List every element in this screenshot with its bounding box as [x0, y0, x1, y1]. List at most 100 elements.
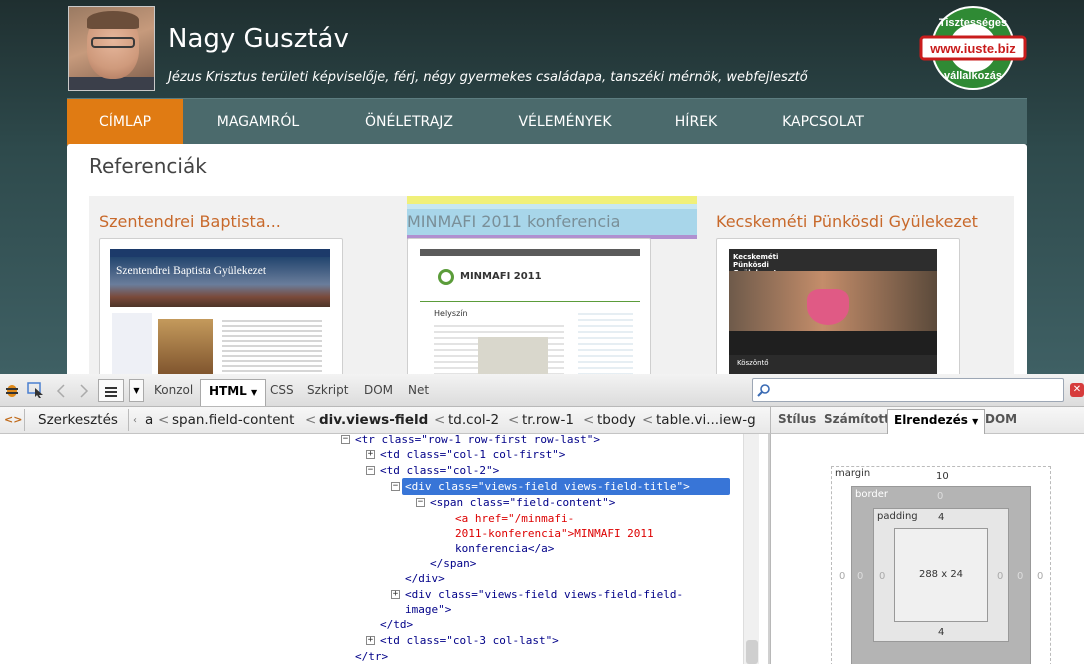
margin-top-value[interactable]: 10 [936, 471, 949, 482]
thumbnail-heading: Szentendrei Baptista Gyülekezet [116, 265, 267, 277]
crumb-td-col-2[interactable]: td.col-2 [448, 412, 499, 428]
forward-icon[interactable] [78, 384, 90, 398]
crumb-tr-row-1[interactable]: tr.row-1 [522, 412, 574, 428]
nav-item-oneletrajz[interactable]: ÖNÉLETRAJZ [349, 99, 469, 145]
tree-node[interactable]: <td class="col-3 col-last"> [380, 633, 559, 648]
tree-node[interactable]: <td class="col-2"> [380, 463, 499, 478]
reference-title[interactable]: Szentendrei Baptista... [99, 212, 281, 231]
reference-thumbnail[interactable]: Kecskeméti Pünkösdi Gyülekezet Köszöntő [716, 238, 960, 374]
website-viewport: Nagy Gusztáv Jézus Krisztus területi kép… [0, 0, 1084, 374]
crumb-tbody[interactable]: tbody [597, 412, 636, 428]
svg-text:vállalkozás: vállalkozás [944, 70, 1002, 82]
layout-panel: margin 10 0 0 0 border 0 0 0 padding 4 0… [770, 434, 1084, 664]
tree-node[interactable]: </span> [430, 556, 476, 571]
tree-node[interactable]: konferencia</a> [455, 541, 554, 556]
collapse-toggle[interactable]: − [366, 466, 375, 475]
tab-dom[interactable]: DOM [364, 379, 393, 401]
crumb-a[interactable]: a [145, 412, 153, 428]
padding-label: padding [877, 511, 918, 522]
svg-text:www.iuste.biz: www.iuste.biz [929, 41, 1016, 56]
close-icon[interactable]: ✕ [1070, 383, 1084, 397]
thumbnail-subheading: Helyszín [434, 309, 468, 318]
crumb-div-views-field[interactable]: div.views-field [319, 412, 428, 428]
nav-item-hirek[interactable]: HÍREK [657, 99, 735, 145]
reference-title[interactable]: MINMAFI 2011 konferencia [407, 212, 620, 231]
reference-thumbnail[interactable]: Szentendrei Baptista Gyülekezet [99, 238, 343, 374]
border-right-value[interactable]: 0 [1017, 571, 1023, 582]
thumbnail-subheading: Köszöntő [737, 359, 769, 367]
tree-scrollbar[interactable] [743, 434, 759, 664]
tab-szkript[interactable]: Szkript [307, 379, 348, 401]
avatar [68, 6, 155, 91]
side-panel-tabs: Stílus Számított Elrendezés ▼ DOM [770, 407, 1084, 434]
tree-node[interactable]: <tr class="row-1 row-first row-last"> [355, 434, 600, 447]
reference-thumbnail[interactable]: MINMAFI 2011 Helyszín [407, 238, 651, 374]
collapse-toggle[interactable]: − [341, 435, 350, 444]
firebug-icon[interactable] [3, 382, 21, 398]
tree-node[interactable]: image"> [405, 602, 451, 617]
site-title[interactable]: Nagy Gusztáv [168, 24, 349, 54]
tree-node[interactable]: <div class="views-field views-field-fiel… [405, 587, 683, 602]
tab-dom-side[interactable]: DOM [985, 412, 1017, 426]
padding-right-value[interactable]: 0 [997, 571, 1003, 582]
padding-top-value[interactable]: 4 [938, 512, 944, 523]
tab-html[interactable]: HTML ▼ [200, 379, 267, 406]
nav-item-cimlap[interactable]: CÍMLAP [67, 99, 183, 145]
tab-stilus[interactable]: Stílus [778, 412, 816, 426]
edit-button[interactable]: Szerkesztés [38, 412, 118, 428]
border-top-value[interactable]: 0 [937, 491, 943, 502]
tree-node-selected[interactable]: <div class="views-field views-field-titl… [402, 478, 730, 495]
chevron-down-icon[interactable]: ▼ [129, 379, 144, 402]
nav-item-velemenyek[interactable]: VÉLEMÉNYEK [505, 99, 625, 145]
menu-icon[interactable] [98, 379, 124, 402]
references-row: Szentendrei Baptista... Szentendrei Bapt… [89, 196, 1014, 374]
breadcrumb-scroll-left[interactable]: ‹ [133, 415, 137, 426]
tree-node[interactable]: <a href="/minmafi- [455, 511, 574, 526]
search-icon [757, 384, 770, 397]
tree-node[interactable]: <td class="col-1 col-first"> [380, 447, 565, 462]
collapse-toggle[interactable]: − [416, 498, 425, 507]
tab-konzol[interactable]: Konzol [154, 379, 193, 401]
expand-toggle[interactable]: + [391, 590, 400, 599]
tree-node[interactable]: </tr> [355, 649, 388, 664]
svg-text:Tisztességes: Tisztességes [939, 17, 1007, 29]
search-input[interactable] [752, 378, 1064, 402]
tab-elrendezes[interactable]: Elrendezés ▼ [887, 409, 986, 434]
margin-left-value[interactable]: 0 [839, 571, 845, 582]
inspect-icon[interactable] [27, 382, 45, 398]
tree-node[interactable]: </div> [405, 571, 445, 586]
tree-node[interactable]: <span class="field-content"> [430, 495, 615, 510]
border-left-value[interactable]: 0 [857, 571, 863, 582]
site-slogan: Jézus Krisztus területi képviselője, fér… [168, 70, 808, 85]
collapse-toggle[interactable]: − [391, 482, 400, 491]
main-nav: CÍMLAP MAGAMRÓL ÖNÉLETRAJZ VÉLEMÉNYEK HÍ… [67, 98, 1027, 145]
firebug-toolbar: ▼ Konzol HTML ▼ CSS Szkript DOM Net ✕ [0, 374, 1084, 407]
crumb-span-field-content[interactable]: span.field-content [172, 412, 294, 428]
margin-label: margin [835, 468, 871, 479]
search-field[interactable] [773, 381, 1058, 399]
crumb-table[interactable]: table.vi...iew-g [656, 412, 756, 428]
content-area: Referenciák Szentendrei Baptista... Szen… [67, 144, 1027, 374]
firebug-panel: ▼ Konzol HTML ▼ CSS Szkript DOM Net ✕ <>… [0, 374, 1084, 664]
padding-bottom-value[interactable]: 4 [938, 627, 944, 638]
reference-title[interactable]: Kecskeméti Pünkösdi Gyülekezet [716, 212, 978, 231]
nav-item-magamrol[interactable]: MAGAMRÓL [203, 99, 313, 145]
tab-net[interactable]: Net [408, 379, 429, 401]
margin-right-value[interactable]: 0 [1037, 571, 1043, 582]
expand-toggle[interactable]: + [366, 636, 375, 645]
thumbnail-heading: MINMAFI 2011 [460, 271, 542, 282]
edit-icon[interactable]: <> [4, 413, 22, 426]
tree-node[interactable]: 2011-konferencia">MINMAFI 2011 [455, 526, 654, 541]
page-title: Referenciák [89, 154, 207, 178]
nav-item-kapcsolat[interactable]: KAPCSOLAT [767, 99, 879, 145]
back-icon[interactable] [55, 384, 67, 398]
tab-szamitott[interactable]: Számított [824, 412, 890, 426]
padding-left-value[interactable]: 0 [879, 571, 885, 582]
tree-node[interactable]: </td> [380, 617, 413, 632]
border-label: border [855, 489, 889, 500]
tab-css[interactable]: CSS [270, 379, 294, 401]
breadcrumb: <> Szerkesztés ‹ a < span.field-content … [0, 407, 770, 434]
iuste-badge-logo[interactable]: www.iuste.biz Tisztességes vállalkozás [917, 4, 1029, 92]
expand-toggle[interactable]: + [366, 450, 375, 459]
content-box-size[interactable]: 288 x 24 [894, 528, 988, 622]
